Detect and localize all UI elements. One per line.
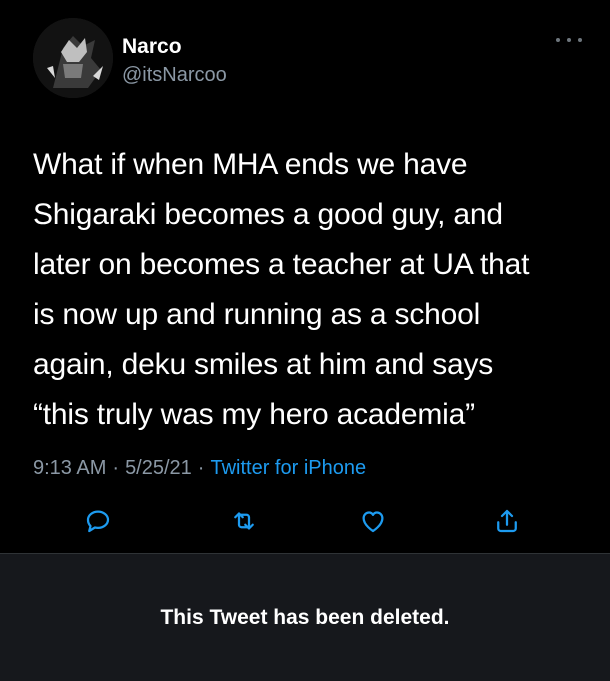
meta-separator: ·	[112, 457, 120, 479]
tweet-text-line: again, deku smiles at him and says	[33, 348, 494, 381]
reply-button[interactable]	[81, 504, 115, 538]
more-options-icon[interactable]	[556, 32, 582, 48]
tweet-text-line: is now up and running as a school	[33, 298, 481, 331]
tweet-source[interactable]: Twitter for iPhone	[210, 457, 366, 479]
tweet-meta: 9:13 AM · 5/25/21 · Twitter for iPhone	[33, 455, 366, 481]
avatar[interactable]	[33, 18, 113, 98]
tweet-card: Narco @itsNarcoo What if when MHA ends w…	[0, 0, 610, 553]
tweet-text-line: Shigaraki becomes a good guy, and	[33, 198, 503, 231]
retweet-button[interactable]	[227, 504, 261, 538]
deleted-notice-text: This Tweet has been deleted.	[160, 605, 450, 629]
meta-separator: ·	[197, 457, 205, 479]
author-name[interactable]: Narco	[122, 34, 182, 60]
like-button[interactable]	[356, 504, 390, 538]
tweet-time[interactable]: 9:13 AM	[33, 457, 106, 479]
tweet-text-line: What if when MHA ends we have	[33, 148, 468, 181]
share-icon	[497, 509, 517, 533]
avatar-icon	[33, 18, 113, 98]
tweet-text-line: later on becomes a teacher at UA that	[33, 248, 530, 281]
reply-icon	[86, 510, 110, 533]
tweet-text: What if when MHA ends we have Shigaraki …	[33, 140, 593, 440]
tweet-date[interactable]: 5/25/21	[125, 457, 192, 479]
deleted-tweet-notice: This Tweet has been deleted.	[0, 553, 610, 681]
action-bar	[0, 500, 610, 544]
share-button[interactable]	[490, 504, 524, 538]
heart-icon	[362, 511, 384, 533]
retweet-icon	[234, 512, 254, 530]
author-handle[interactable]: @itsNarcoo	[122, 62, 227, 88]
tweet-text-line: “this truly was my hero academia”	[33, 398, 475, 431]
